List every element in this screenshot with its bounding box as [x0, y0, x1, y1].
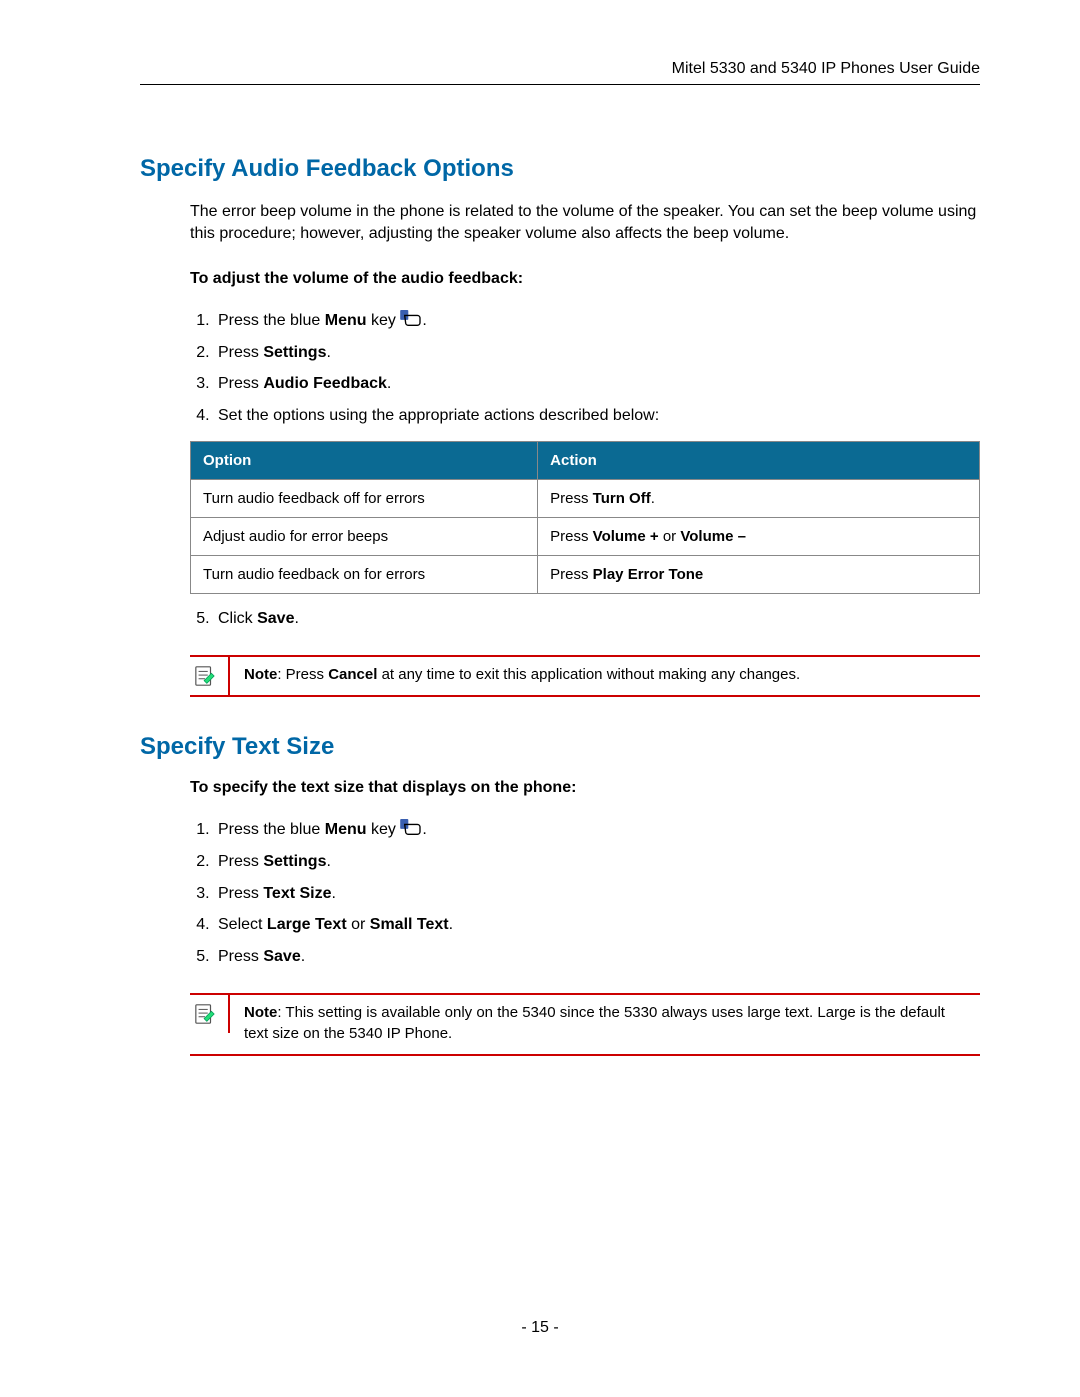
step-text: Press the blue	[218, 821, 325, 838]
step-text: Select	[218, 916, 267, 933]
note-label: Note	[244, 666, 277, 683]
table-cell-action: Press Play Error Tone	[538, 555, 980, 593]
note-icon-cell	[190, 657, 230, 695]
note-icon	[194, 1003, 216, 1025]
table-row: Turn audio feedback on for errors Press …	[191, 555, 980, 593]
step-bold: Text Size	[263, 885, 331, 902]
step-text: key	[367, 821, 401, 838]
cell-text: or	[659, 528, 681, 545]
step-3: Press Text Size.	[214, 879, 980, 911]
steps-audio-feedback: Press the blue Menu key . Press Settings…	[190, 306, 980, 432]
cell-bold: Turn Off	[593, 490, 651, 507]
note-icon-cell	[190, 995, 230, 1033]
table-header-option: Option	[191, 441, 538, 479]
menu-key-icon	[400, 819, 422, 837]
options-table: Option Action Turn audio feedback off fo…	[190, 441, 980, 594]
note-block: Note: This setting is available only on …	[190, 993, 980, 1056]
table-row: Adjust audio for error beeps Press Volum…	[191, 517, 980, 555]
table-cell-option: Turn audio feedback on for errors	[191, 555, 538, 593]
step-3: Press Audio Feedback.	[214, 369, 980, 401]
step-bold: Settings	[263, 853, 326, 870]
note-text: Note: This setting is available only on …	[230, 995, 980, 1054]
step-text: .	[422, 821, 426, 838]
steps-text-size: Press the blue Menu key . Press Settings…	[190, 815, 980, 973]
step-4: Set the options using the appropriate ac…	[214, 401, 980, 433]
step-5: Press Save.	[214, 942, 980, 974]
step-text: Press	[218, 885, 263, 902]
step-2: Press Settings.	[214, 847, 980, 879]
step-text: .	[332, 885, 336, 902]
step-5: Click Save.	[214, 604, 980, 636]
subhead-adjust-volume: To adjust the volume of the audio feedba…	[190, 270, 980, 288]
note-body-text: : Press	[277, 666, 328, 683]
note-text: Note: Press Cancel at any time to exit t…	[230, 657, 980, 695]
table-cell-action: Press Volume + or Volume –	[538, 517, 980, 555]
heading-text-size: Specify Text Size	[140, 733, 980, 761]
step-text: .	[294, 610, 298, 627]
note-block: Note: Press Cancel at any time to exit t…	[190, 655, 980, 697]
cell-bold: Play Error Tone	[593, 566, 704, 583]
step-4: Select Large Text or Small Text.	[214, 910, 980, 942]
step-1: Press the blue Menu key .	[214, 306, 980, 338]
heading-audio-feedback: Specify Audio Feedback Options	[140, 155, 980, 183]
table-cell-option: Adjust audio for error beeps	[191, 517, 538, 555]
step-bold: Menu	[325, 312, 367, 329]
step-text: or	[347, 916, 370, 933]
step-text: .	[326, 853, 330, 870]
cell-bold: Volume +	[593, 528, 659, 545]
steps-audio-feedback-cont: Click Save.	[190, 604, 980, 636]
step-text: Press	[218, 853, 263, 870]
table-cell-action: Press Turn Off.	[538, 479, 980, 517]
note-label: Note	[244, 1004, 277, 1021]
step-bold: Save	[263, 948, 300, 965]
step-text: .	[387, 375, 391, 392]
cell-text: Press	[550, 566, 593, 583]
note-bold: Cancel	[328, 666, 377, 683]
running-header: Mitel 5330 and 5340 IP Phones User Guide	[140, 60, 980, 85]
table-cell-option: Turn audio feedback off for errors	[191, 479, 538, 517]
cell-text: .	[651, 490, 655, 507]
step-text: Press the blue	[218, 312, 325, 329]
step-2: Press Settings.	[214, 338, 980, 370]
step-bold: Small Text	[370, 916, 449, 933]
step-text: Click	[218, 610, 257, 627]
step-bold: Menu	[325, 821, 367, 838]
step-text: .	[422, 312, 426, 329]
step-text: key	[367, 312, 401, 329]
note-body-text: : This setting is available only on the …	[244, 1004, 945, 1041]
step-text: Press	[218, 344, 263, 361]
cell-bold: Volume –	[680, 528, 746, 545]
note-body-text: at any time to exit this application wit…	[377, 666, 800, 683]
step-text: .	[449, 916, 453, 933]
subhead-specify-text-size: To specify the text size that displays o…	[190, 779, 980, 797]
step-1: Press the blue Menu key .	[214, 815, 980, 847]
note-icon	[194, 665, 216, 687]
step-bold: Settings	[263, 344, 326, 361]
menu-key-icon	[400, 310, 422, 328]
step-bold: Large Text	[267, 916, 347, 933]
step-text: Press	[218, 375, 263, 392]
step-text: Press	[218, 948, 263, 965]
cell-text: Press	[550, 528, 593, 545]
step-bold: Audio Feedback	[263, 375, 387, 392]
step-text: .	[301, 948, 305, 965]
table-row: Turn audio feedback off for errors Press…	[191, 479, 980, 517]
step-bold: Save	[257, 610, 294, 627]
table-header-action: Action	[538, 441, 980, 479]
cell-text: Press	[550, 490, 593, 507]
step-text: .	[326, 344, 330, 361]
intro-paragraph: The error beep volume in the phone is re…	[190, 201, 980, 244]
page-number: - 15 -	[0, 1319, 1080, 1337]
